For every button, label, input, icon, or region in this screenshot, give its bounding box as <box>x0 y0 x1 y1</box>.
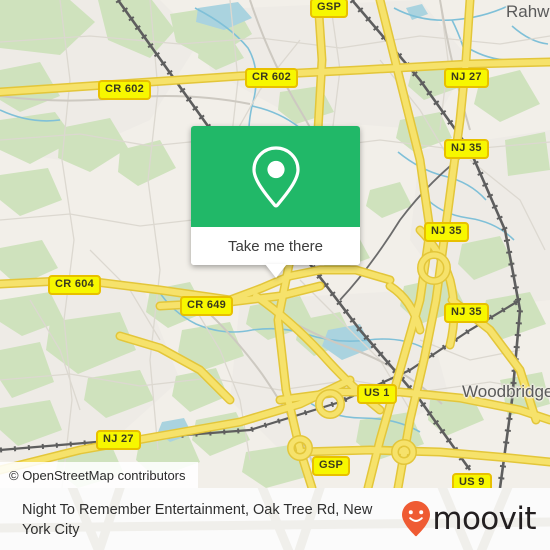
road-shield: CR 649 <box>180 296 234 316</box>
road-shield: CR 604 <box>48 275 102 295</box>
road-shield: NJ 35 <box>444 303 489 323</box>
place-label: Rahway <box>506 2 550 21</box>
location-popup[interactable]: Take me there <box>191 126 360 278</box>
road-shield: GSP <box>312 456 351 476</box>
osm-attribution-text: © OpenStreetMap contributors <box>9 467 186 483</box>
moovit-pin-smiley-icon <box>402 501 431 537</box>
road-shield: NJ 35 <box>424 222 469 242</box>
road-shield: NJ 27 <box>96 430 141 450</box>
map-pin-icon <box>251 145 300 208</box>
road-shield: GSP <box>310 0 349 18</box>
road-shield: NJ 27 <box>444 68 489 88</box>
road-shield: CR 602 <box>245 68 299 88</box>
footer-bar: Night To Remember Entertainment, Oak Tre… <box>0 488 550 550</box>
moovit-map-screenshot: GSP CR 602 CR 602 NJ 27 NJ 35 NJ 35 NJ 3… <box>0 0 550 550</box>
moovit-brand-logo[interactable]: moovit <box>401 500 537 537</box>
moovit-wordmark: moovit <box>432 500 536 537</box>
map-canvas[interactable]: GSP CR 602 CR 602 NJ 27 NJ 35 NJ 35 NJ 3… <box>0 0 550 488</box>
osm-attribution[interactable]: © OpenStreetMap contributors <box>0 462 198 488</box>
road-shield: CR 602 <box>98 80 152 100</box>
place-label: Woodbridge <box>462 382 550 401</box>
road-shield: US 9 <box>452 473 492 488</box>
page-title: Night To Remember Entertainment, Oak Tre… <box>22 502 373 538</box>
popup-image-panel <box>191 126 360 227</box>
road-shield: US 1 <box>357 384 397 404</box>
popup-tail-arrow <box>264 264 287 278</box>
road-shield: NJ 35 <box>444 139 489 159</box>
take-me-there-button[interactable]: Take me there <box>191 227 360 265</box>
